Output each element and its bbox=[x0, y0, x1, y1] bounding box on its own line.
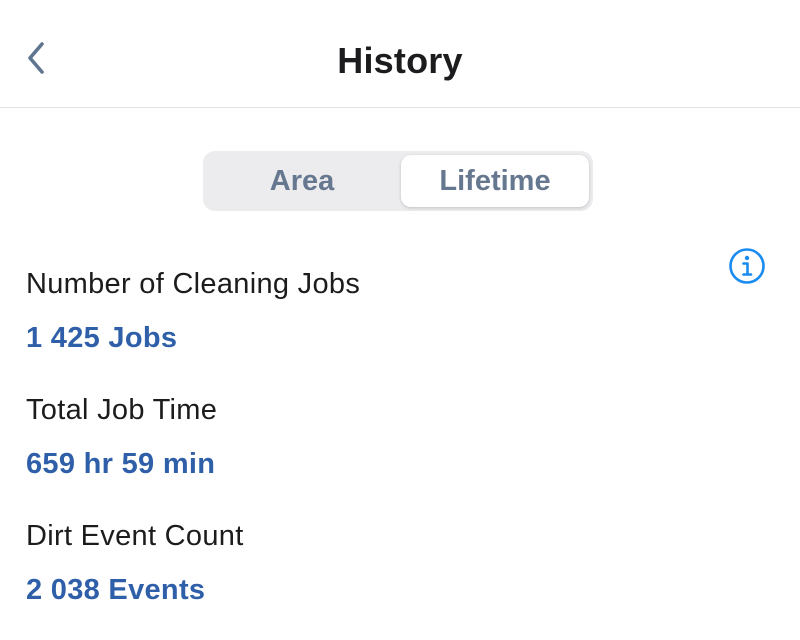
history-screen: History Area Lifetime Number of Cleaning… bbox=[0, 0, 800, 640]
info-button[interactable] bbox=[728, 247, 766, 285]
stat-value-cleaning-jobs: 1 425 Jobs bbox=[26, 322, 178, 354]
stat-label-job-time: Total Job Time bbox=[26, 394, 218, 426]
tab-area[interactable]: Area bbox=[207, 155, 397, 207]
stat-label-cleaning-jobs: Number of Cleaning Jobs bbox=[26, 268, 361, 300]
stat-value-dirt-events: 2 038 Events bbox=[26, 574, 206, 606]
info-circle-icon bbox=[728, 248, 766, 289]
navigation-bar: History bbox=[0, 0, 800, 108]
stat-label-dirt-events: Dirt Event Count bbox=[26, 520, 244, 552]
tab-lifetime[interactable]: Lifetime bbox=[401, 155, 589, 207]
page-title: History bbox=[337, 40, 463, 81]
segmented-control: Area Lifetime bbox=[203, 151, 593, 211]
stat-value-job-time: 659 hr 59 min bbox=[26, 448, 216, 480]
